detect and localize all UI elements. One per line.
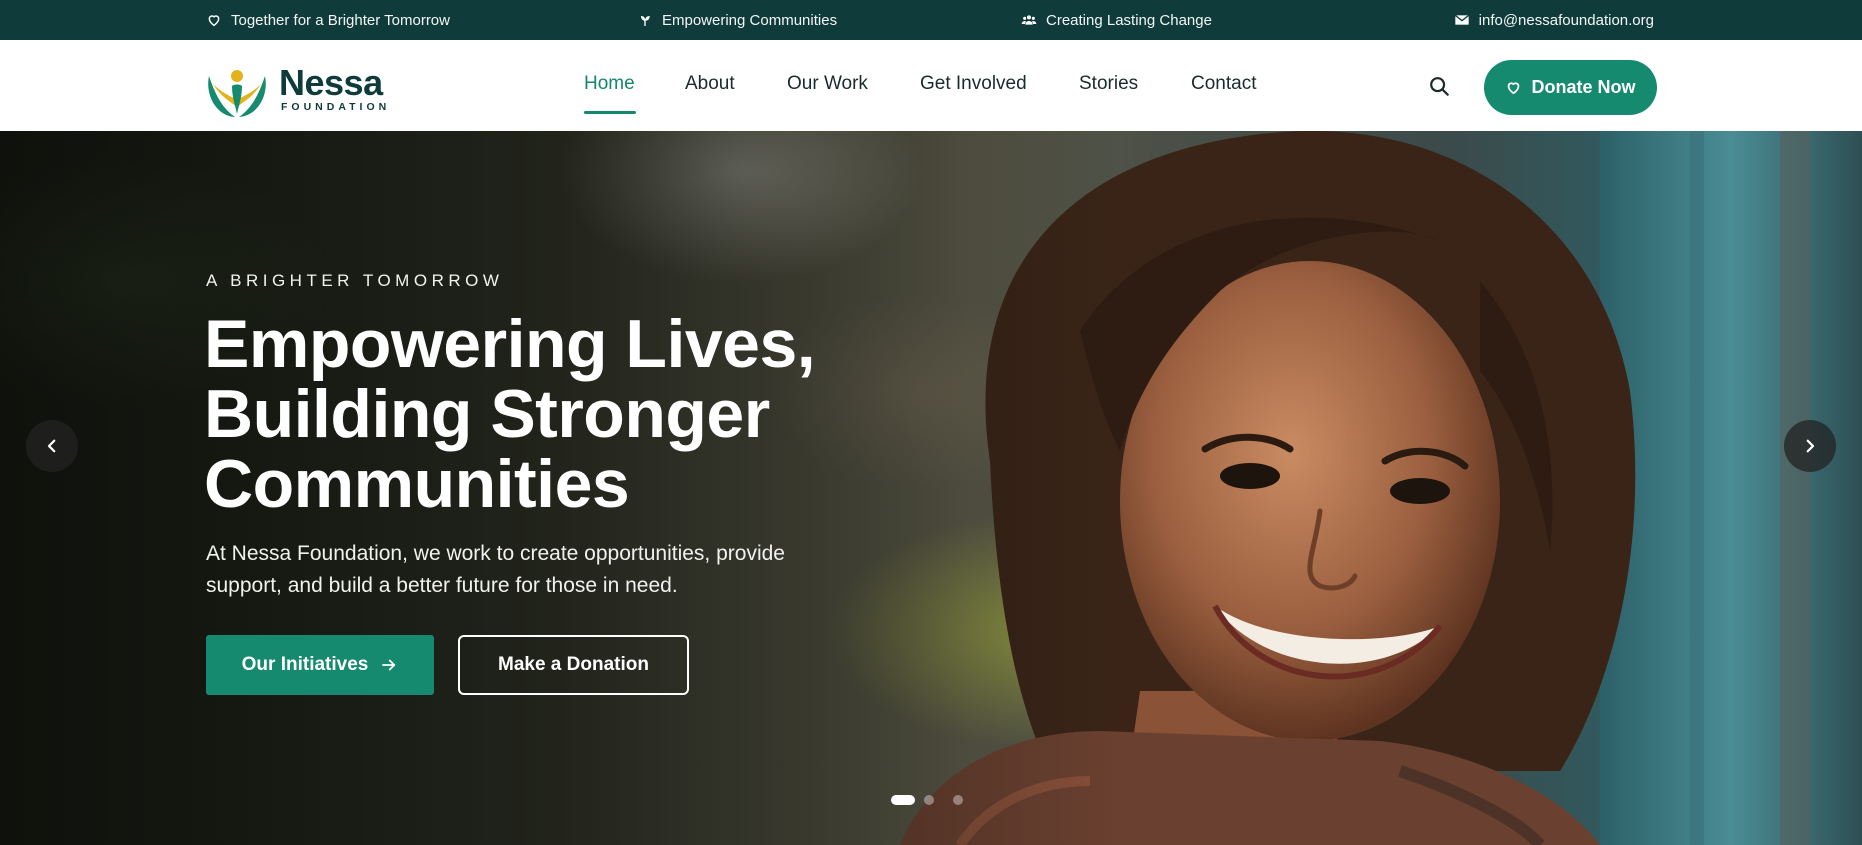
search-icon (1430, 77, 1449, 96)
carousel-dot-1[interactable] (891, 795, 915, 805)
topbar-communities: Empowering Communities (637, 0, 837, 40)
topbar-change-text: Creating Lasting Change (1046, 11, 1212, 29)
topbar-tagline-text: Together for a Brighter Tomorrow (231, 11, 450, 29)
heart-outline-icon (208, 15, 220, 27)
chevron-left-icon (47, 439, 56, 453)
topbar-change: Creating Lasting Change (1021, 0, 1212, 40)
make-donation-label: Make a Donation (498, 654, 649, 675)
chevron-right-icon (1806, 439, 1815, 453)
nav-contact[interactable]: Contact (1191, 73, 1256, 95)
hero-carousel: A BRIGHTER TOMORROW Empowering Lives, Bu… (0, 131, 1862, 845)
nav-stories[interactable]: Stories (1079, 73, 1138, 95)
carousel-dot-3[interactable] (953, 795, 963, 805)
carousel-next-button[interactable] (1784, 420, 1836, 472)
our-initiatives-label: Our Initiatives (241, 654, 369, 675)
search-button[interactable] (1426, 73, 1452, 99)
people-icon (1021, 15, 1037, 25)
site-header: Nessa FOUNDATION Home About Our Work Get… (0, 40, 1862, 131)
donate-now-button[interactable]: Donate Now (1484, 60, 1657, 115)
nav-home[interactable]: Home (584, 73, 635, 95)
hero-subtext: At Nessa Foundation, we work to create o… (206, 542, 785, 597)
hero-headline: Empowering Lives, Building Stronger Comm… (204, 306, 816, 522)
hero-eyebrow: A BRIGHTER TOMORROW (206, 271, 504, 290)
heart-icon (1508, 82, 1520, 95)
topbar-tagline: Together for a Brighter Tomorrow (206, 0, 450, 40)
topbar-email-link[interactable]: info@nessafoundation.org (1479, 12, 1654, 29)
carousel-prev-button[interactable] (26, 420, 78, 472)
arrow-right-icon (382, 659, 396, 671)
our-initiatives-button[interactable]: Our Initiatives (206, 635, 434, 695)
donate-now-label: Donate Now (1531, 77, 1636, 97)
make-donation-button[interactable]: Make a Donation (458, 635, 689, 695)
nav-active-indicator (584, 111, 636, 114)
envelope-icon (1454, 14, 1469, 25)
nav-our-work[interactable]: Our Work (787, 73, 868, 95)
top-info-bar: Together for a Brighter Tomorrow Empower… (0, 0, 1862, 40)
sprout-icon (641, 16, 650, 26)
nav-about[interactable]: About (685, 73, 735, 95)
carousel-dot-2[interactable] (924, 795, 934, 805)
nav-get-involved[interactable]: Get Involved (920, 73, 1027, 95)
topbar-communities-text: Empowering Communities (662, 11, 838, 29)
topbar-email[interactable]: info@nessafoundation.org (1454, 0, 1654, 40)
